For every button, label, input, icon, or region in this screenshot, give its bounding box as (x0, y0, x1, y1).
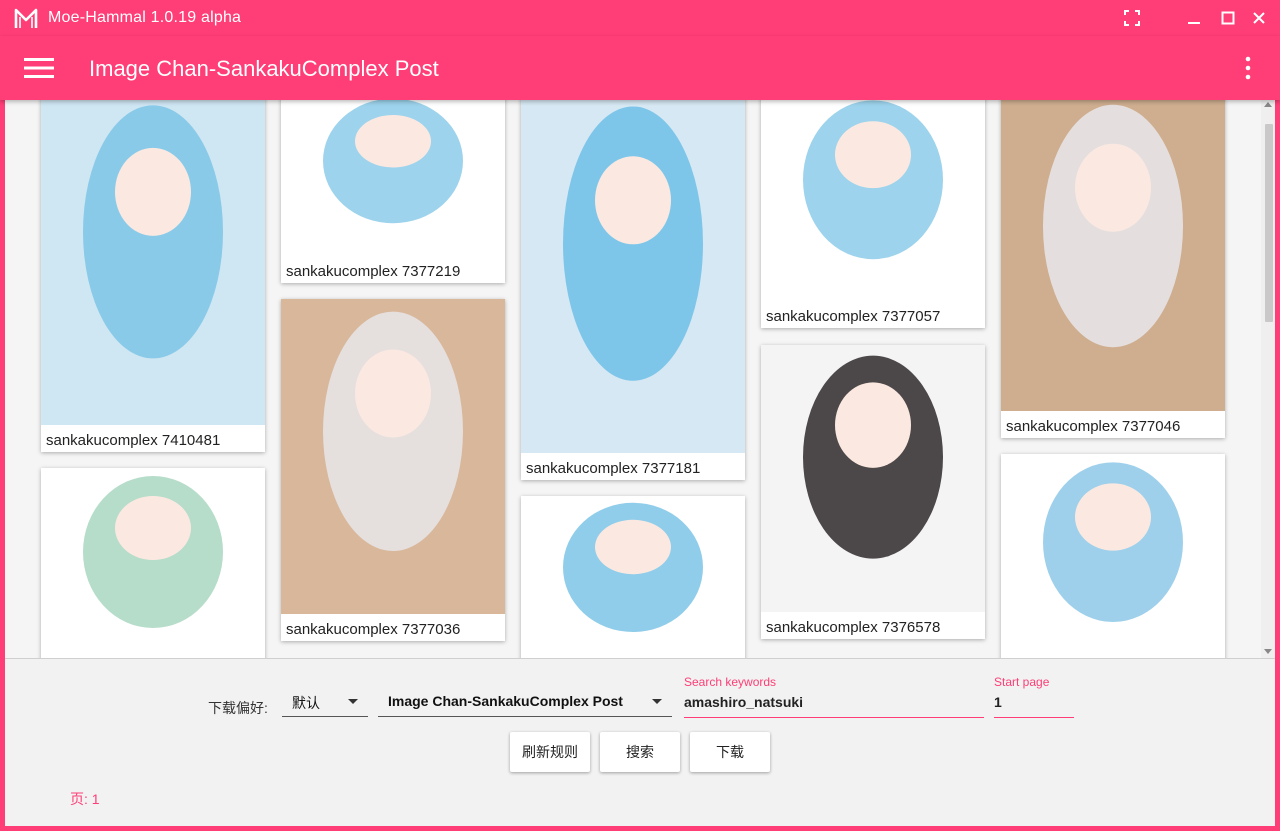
search-button[interactable]: 搜索 (600, 732, 680, 772)
image-thumbnail (521, 496, 745, 658)
title-bar: Moe-Hammal 1.0.19 alpha (0, 0, 1280, 36)
image-card-label: sankakucomplex 7377046 (1006, 418, 1181, 435)
image-card[interactable] (41, 468, 265, 658)
image-card[interactable]: sankakucomplex 7377036 (281, 299, 505, 641)
download-preference-value: 默认 (292, 695, 320, 711)
close-button[interactable] (1247, 6, 1271, 30)
image-thumbnail (281, 100, 505, 256)
image-thumbnail (761, 100, 985, 301)
vertical-scrollbar[interactable] (1261, 100, 1275, 658)
app-bar: Image Chan-SankakuComplex Post (0, 36, 1280, 100)
image-card-label: sankakucomplex 7376578 (766, 619, 941, 636)
image-card[interactable]: sankakucomplex 7410481 (41, 100, 265, 452)
field-underline (684, 717, 984, 718)
page-indicator: 页: 1 (70, 791, 100, 807)
search-panel: 下载偏好: 默认 Image Chan-SankakuComplex Post … (5, 658, 1275, 826)
field-underline (994, 717, 1074, 718)
fullscreen-button[interactable] (1120, 6, 1144, 30)
image-card-label: sankakucomplex 7377036 (286, 621, 461, 638)
image-thumbnail (761, 345, 985, 612)
window-title: Moe-Hammal 1.0.19 alpha (48, 9, 242, 26)
start-page-label: Start page (994, 675, 1050, 689)
dropdown-arrow-icon (348, 699, 358, 704)
image-card[interactable] (1001, 454, 1225, 658)
image-gallery: sankakucomplex 7410481 sankakucomplex 737… (5, 100, 1275, 658)
image-card-label: sankakucomplex 7410481 (46, 432, 221, 449)
site-select[interactable]: Image Chan-SankakuComplex Post (378, 685, 672, 717)
fullscreen-icon (1124, 10, 1140, 26)
hamburger-menu-icon[interactable] (24, 56, 54, 80)
scroll-down-icon[interactable] (1264, 649, 1272, 654)
search-keywords-field[interactable]: Search keywords amashiro_natsuki (684, 675, 984, 718)
image-card-label: sankakucomplex 7377057 (766, 308, 941, 325)
scrollbar-thumb[interactable] (1265, 124, 1273, 322)
image-thumbnail (281, 299, 505, 614)
minimize-icon (1188, 22, 1200, 24)
search-keywords-label: Search keywords (684, 675, 777, 689)
app-logo-icon (14, 8, 38, 28)
image-card[interactable]: sankakucomplex 7377057 (761, 100, 985, 328)
maximize-icon (1221, 11, 1235, 25)
page-title: Image Chan-SankakuComplex Post (89, 56, 439, 81)
image-thumbnail (1001, 454, 1225, 658)
search-keywords-input[interactable]: amashiro_natsuki (684, 694, 984, 710)
download-preference-label: 下载偏好: (208, 700, 268, 716)
minimize-button[interactable] (1182, 6, 1206, 30)
image-card[interactable]: sankakucomplex 7377046 (1001, 100, 1225, 438)
image-thumbnail (41, 468, 265, 658)
scroll-up-icon[interactable] (1264, 102, 1272, 107)
start-page-field[interactable]: Start page 1 (994, 675, 1074, 718)
image-thumbnail (41, 100, 265, 425)
image-card[interactable]: sankakucomplex 7376578 (761, 345, 985, 639)
image-card[interactable]: sankakucomplex 7377181 (521, 100, 745, 480)
image-thumbnail (1001, 100, 1225, 411)
download-button[interactable]: 下载 (690, 732, 770, 772)
download-preference-select[interactable]: 默认 (282, 685, 368, 717)
image-card-label: sankakucomplex 7377219 (286, 263, 461, 280)
start-page-input[interactable]: 1 (994, 694, 1074, 710)
image-card[interactable] (521, 496, 745, 658)
dropdown-arrow-icon (652, 699, 662, 704)
image-card-label: sankakucomplex 7377181 (526, 460, 701, 477)
maximize-button[interactable] (1216, 6, 1240, 30)
close-icon (1253, 12, 1265, 24)
site-value: Image Chan-SankakuComplex Post (388, 693, 623, 709)
more-vert-icon[interactable] (1244, 56, 1252, 80)
refresh-rules-button[interactable]: 刷新规则 (510, 732, 590, 772)
image-thumbnail (521, 100, 745, 453)
image-card[interactable]: sankakucomplex 7377219 (281, 100, 505, 283)
